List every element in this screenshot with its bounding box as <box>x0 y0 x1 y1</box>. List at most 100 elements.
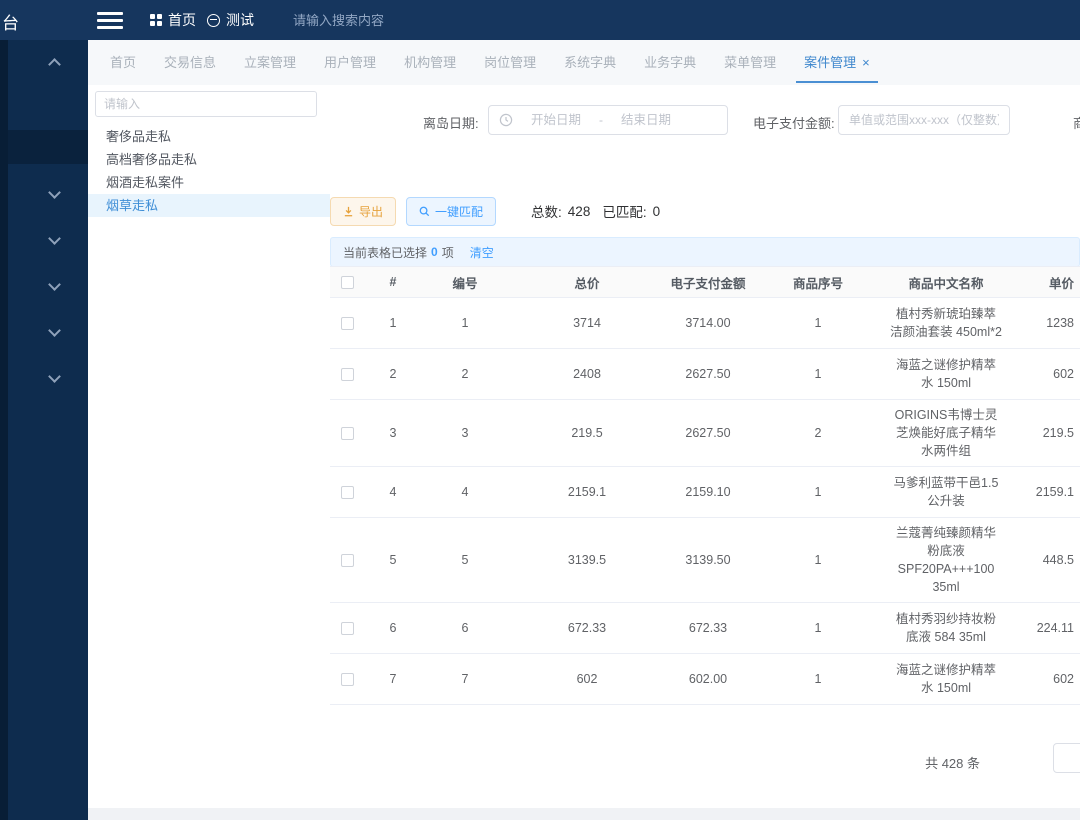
row-checkbox[interactable] <box>341 317 354 330</box>
total-value: 428 <box>568 204 591 219</box>
cell-unit: 602 <box>1006 365 1080 383</box>
table-body: 1 1 3714 3714.00 1 植村秀新琥珀臻萃洁颜油套装 450ml*2… <box>330 298 1080 706</box>
export-button-label: 导出 <box>359 203 383 220</box>
global-search-input[interactable] <box>293 8 533 32</box>
topnav-test[interactable]: 测试 <box>207 0 254 40</box>
cell-seq: 1 <box>750 483 886 501</box>
main-content: 首页 交易信息 立案管理 用户管理 机构管理 岗位管理 系统字典 业务字典 菜单… <box>88 40 1080 820</box>
selection-prefix: 当前表格已选择 <box>343 244 427 261</box>
tab-users[interactable]: 用户管理 <box>310 40 390 85</box>
table-header: # 编号 总价 电子支付金额 商品序号 商品中文名称 单价 <box>330 266 1080 298</box>
date-start-input[interactable] <box>519 113 593 127</box>
filter-row: 离岛日期: - 电子支付金额: 商品中文名称: <box>423 105 1080 137</box>
cell-name: 植村秀新琥珀臻萃洁颜油套装 450ml*2 <box>886 305 1006 341</box>
cell-total: 2408 <box>508 365 666 383</box>
tab-bizdict[interactable]: 业务字典 <box>630 40 710 85</box>
row-checkbox[interactable] <box>341 622 354 635</box>
date-range-picker[interactable]: - <box>488 105 728 135</box>
list-item-tobacco-alcohol[interactable]: 烟酒走私案件 <box>88 171 330 194</box>
amount-input[interactable] <box>838 105 1010 135</box>
case-type-search-input[interactable] <box>95 91 317 117</box>
row-checkbox[interactable] <box>341 486 354 499</box>
cell-unit: 219.5 <box>1006 424 1080 442</box>
tab-menus[interactable]: 菜单管理 <box>710 40 790 85</box>
table-row: 1 1 3714 3714.00 1 植村秀新琥珀臻萃洁颜油套装 450ml*2… <box>330 298 1080 349</box>
cell-name: 海蓝之谜修护精萃水 150ml <box>886 661 1006 697</box>
cell-code: 1 <box>422 314 508 332</box>
selection-bar: 当前表格已选择 0 项 清空 <box>330 237 1080 267</box>
topnav-home[interactable]: 首页 <box>150 0 196 40</box>
selection-count: 0 <box>431 245 438 259</box>
chevron-down-icon[interactable] <box>48 186 61 199</box>
cell-epay: 2627.50 <box>666 424 750 442</box>
tab-bar: 首页 交易信息 立案管理 用户管理 机构管理 岗位管理 系统字典 业务字典 菜单… <box>88 40 1080 85</box>
one-click-match-button[interactable]: 一键匹配 <box>406 197 496 226</box>
date-filter-label: 离岛日期: <box>423 113 479 132</box>
header-name: 商品中文名称 <box>886 273 1006 292</box>
topbar: 台 首页 测试 <box>0 0 1080 40</box>
page-size-select[interactable] <box>1053 743 1080 773</box>
cell-index: 5 <box>364 551 422 569</box>
list-item-highend-luxury[interactable]: 高档奢侈品走私 <box>88 148 330 171</box>
tab-filing[interactable]: 立案管理 <box>230 40 310 85</box>
cell-epay: 2627.50 <box>666 365 750 383</box>
row-checkbox[interactable] <box>341 368 354 381</box>
cell-seq: 2 <box>750 424 886 442</box>
cell-unit: 1238 <box>1006 314 1080 332</box>
list-item-luxury[interactable]: 奢侈品走私 <box>88 125 330 148</box>
chevron-down-icon[interactable] <box>48 278 61 291</box>
toolbar: 导出 一键匹配 总数: 428 已匹配: 0 <box>330 196 1080 226</box>
clear-selection-link[interactable]: 清空 <box>470 244 494 261</box>
cell-total: 602 <box>508 670 666 688</box>
cell-unit: 224.11 <box>1006 619 1080 637</box>
list-item-tobacco[interactable]: 烟草走私 <box>88 194 330 217</box>
date-end-input[interactable] <box>609 113 683 127</box>
total-label: 总数: <box>531 201 562 221</box>
tab-cases[interactable]: 案件管理 × <box>790 40 884 85</box>
sidebar-active-item[interactable] <box>0 130 88 164</box>
tab-orgs[interactable]: 机构管理 <box>390 40 470 85</box>
cell-name: 植村秀羽纱持妆粉底液 584 35ml <box>886 610 1006 646</box>
matched-label: 已匹配: <box>602 201 646 221</box>
tab-home[interactable]: 首页 <box>96 40 150 85</box>
select-all-checkbox[interactable] <box>341 276 354 289</box>
selection-suffix: 项 <box>442 244 454 261</box>
chevron-up-icon[interactable] <box>48 58 61 71</box>
row-checkbox[interactable] <box>341 427 354 440</box>
tab-cases-label: 案件管理 <box>804 55 856 70</box>
cell-epay: 602.00 <box>666 670 750 688</box>
cell-code: 4 <box>422 483 508 501</box>
logo: 台 <box>2 9 19 34</box>
cell-epay: 2159.10 <box>666 483 750 501</box>
cell-code: 6 <box>422 619 508 637</box>
cell-epay: 3714.00 <box>666 314 750 332</box>
menu-toggle-icon[interactable] <box>97 12 123 29</box>
cell-epay: 3139.50 <box>666 551 750 569</box>
topnav-test-label: 测试 <box>226 10 254 30</box>
header-seq: 商品序号 <box>750 273 886 292</box>
row-checkbox[interactable] <box>341 554 354 567</box>
topnav-home-label: 首页 <box>168 10 196 30</box>
header-code: 编号 <box>422 273 508 292</box>
chevron-down-icon[interactable] <box>48 370 61 383</box>
cell-epay: 672.33 <box>666 619 750 637</box>
close-icon[interactable]: × <box>862 55 870 70</box>
chevron-down-icon[interactable] <box>48 232 61 245</box>
table-row: 7 7 602 602.00 1 海蓝之谜修护精萃水 150ml 602 <box>330 654 1080 705</box>
tab-sysdict[interactable]: 系统字典 <box>550 40 630 85</box>
case-type-list: 奢侈品走私 高档奢侈品走私 烟酒走私案件 烟草走私 <box>88 125 330 217</box>
export-button[interactable]: 导出 <box>330 197 396 226</box>
products-table: # 编号 总价 电子支付金额 商品序号 商品中文名称 单价 1 1 3714 3… <box>330 266 1080 706</box>
header-epay: 电子支付金额 <box>666 273 750 292</box>
row-checkbox[interactable] <box>341 673 354 686</box>
cell-total: 3139.5 <box>508 551 666 569</box>
cell-total: 3714 <box>508 314 666 332</box>
tab-posts[interactable]: 岗位管理 <box>470 40 550 85</box>
chevron-down-icon[interactable] <box>48 324 61 337</box>
cell-code: 3 <box>422 424 508 442</box>
cell-unit: 602 <box>1006 670 1080 688</box>
tab-trade[interactable]: 交易信息 <box>150 40 230 85</box>
cell-index: 3 <box>364 424 422 442</box>
cell-total: 2159.1 <box>508 483 666 501</box>
cell-code: 7 <box>422 670 508 688</box>
